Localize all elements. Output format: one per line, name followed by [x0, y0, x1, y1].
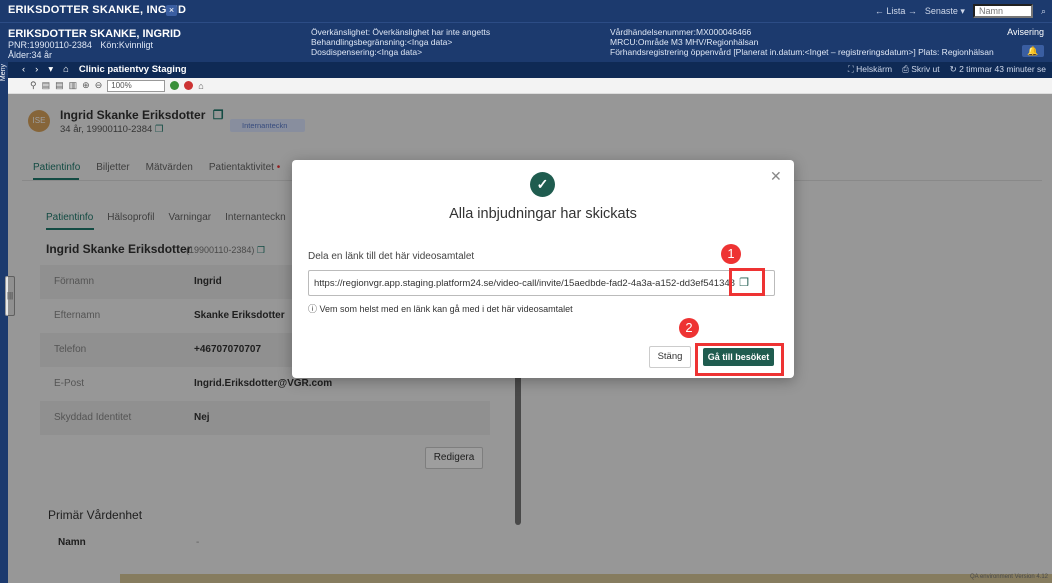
- overkanslighet-text[interactable]: Överkänslighet: Överkänslighet har inte …: [311, 27, 490, 37]
- avisering-label[interactable]: Avisering: [1007, 27, 1044, 37]
- forward-icon[interactable]: ›: [35, 64, 38, 75]
- success-check-icon: ✓: [530, 172, 555, 197]
- toolbar: ⚲ ▤ ▤ ▥ ⊕ ⊖ 100% ⌂: [8, 78, 1052, 94]
- doc2-icon[interactable]: ▤: [55, 80, 64, 91]
- lista-nav[interactable]: ← Lista →: [875, 6, 917, 16]
- session-timer: ↻ 2 timmar 43 minuter se: [949, 64, 1046, 74]
- forhand-text: Förhandsregistrering öppenvård [Planerat…: [610, 47, 994, 57]
- dialog-title: Alla inbjudningar har skickats: [449, 206, 637, 222]
- top-right-controls: ← Lista → Senaste ▾ ⌕: [875, 4, 1046, 18]
- skriv-ut-button[interactable]: ⎙ Skriv ut: [902, 64, 940, 75]
- zoom-out-icon[interactable]: ⊖: [95, 80, 103, 91]
- meny-label: Meny: [0, 64, 7, 82]
- callout-number-1: 1: [721, 244, 741, 264]
- mrcu-text: MRCU:Område M3 MHV/Regionhälsan: [610, 37, 759, 47]
- bell-icon[interactable]: 🔔: [1022, 45, 1044, 57]
- behandling-text[interactable]: Behandlingsbegränsning:<Inga data>: [311, 37, 490, 47]
- skriv-ut-label: Skriv ut: [911, 64, 940, 74]
- helskarm-label: Helskärm: [856, 64, 893, 74]
- close-icon[interactable]: ✕: [770, 168, 782, 185]
- info-note: ⓘ Vem som helst med en länk kan gå med i…: [308, 302, 573, 315]
- patient-header-pnr: PNR:19900110-2384 Kön:Kvinnligt: [8, 40, 153, 50]
- nav-bar: ‹ › ▾ ⌂ Clinic patientvy Staging ⛶ Helsk…: [0, 62, 1052, 78]
- nav-left: ‹ › ▾ ⌂ Clinic patientvy Staging: [22, 64, 187, 75]
- red-status-icon[interactable]: [184, 81, 194, 90]
- patient-header-name: ERIKSDOTTER SKANKE, INGRID: [8, 28, 181, 40]
- pnr-text: PNR:19900110-2384: [8, 40, 92, 50]
- search-icon[interactable]: ⌕: [1041, 6, 1046, 17]
- patient-header-alder: Ålder:34 år: [8, 50, 53, 60]
- window-title: ERIKSDOTTER SKANKE, INGRID: [8, 4, 187, 16]
- patient-search-input[interactable]: [972, 4, 1033, 18]
- title-bar: ERIKSDOTTER SKANKE, INGRID × ← Lista → S…: [0, 0, 1052, 22]
- vardhandelse-text: Vårdhändelsenummer:MX000046466: [610, 27, 752, 37]
- callout-number-2: 2: [679, 318, 699, 338]
- kon-text: Kön:Kvinnligt: [100, 40, 153, 50]
- invite-link-field[interactable]: https://regionvgr.app.staging.platform24…: [308, 270, 775, 296]
- zoom-select[interactable]: 100%: [107, 79, 166, 92]
- home-small-icon[interactable]: ⌂: [198, 81, 203, 91]
- stang-button[interactable]: Stäng: [649, 346, 691, 368]
- patient-header-alerts: Överkänslighet: Överkänslighet har inte …: [311, 27, 490, 57]
- info-note-text: Vem som helst med en länk kan gå med i d…: [319, 304, 573, 314]
- info-icon: ⓘ: [308, 304, 318, 314]
- dosdisp-text[interactable]: Dosdispensering:<Inga data>: [311, 47, 490, 57]
- zoom-in-icon[interactable]: ⊕: [82, 80, 90, 91]
- senaste-dropdown[interactable]: Senaste ▾: [925, 6, 965, 17]
- back-icon[interactable]: ‹: [22, 64, 25, 75]
- app-window: ERIKSDOTTER SKANKE, INGRID × ← Lista → S…: [0, 0, 1052, 583]
- patient-header-care-event: Vårdhändelsenummer:MX000046466 MRCU:Områ…: [610, 27, 994, 57]
- callout-highlight-go: [695, 343, 784, 376]
- doc-icon[interactable]: ▤: [42, 80, 51, 91]
- unit-label[interactable]: Clinic patientvy Staging: [79, 64, 187, 75]
- binoculars-icon[interactable]: ⚲: [30, 80, 37, 91]
- close-tab-icon[interactable]: ×: [166, 5, 177, 16]
- doc3-icon[interactable]: ▥: [69, 80, 78, 91]
- patient-header: ERIKSDOTTER SKANKE, INGRID PNR:19900110-…: [0, 22, 1052, 62]
- meny-sidebar[interactable]: Meny: [0, 62, 8, 583]
- home-icon[interactable]: ⌂: [63, 64, 69, 75]
- timer-label: 2 timmar 43 minuter se: [959, 64, 1046, 74]
- chevron-down-icon[interactable]: ▾: [48, 64, 53, 75]
- nav-right: ⛶ Helskärm ⎙ Skriv ut ↻ 2 timmar 43 minu…: [848, 64, 1046, 75]
- callout-highlight-copy: [729, 268, 765, 296]
- helskarm-button[interactable]: ⛶ Helskärm: [848, 64, 892, 75]
- share-label: Dela en länk till det här videosamtalet: [308, 251, 475, 262]
- green-status-icon[interactable]: [170, 81, 180, 90]
